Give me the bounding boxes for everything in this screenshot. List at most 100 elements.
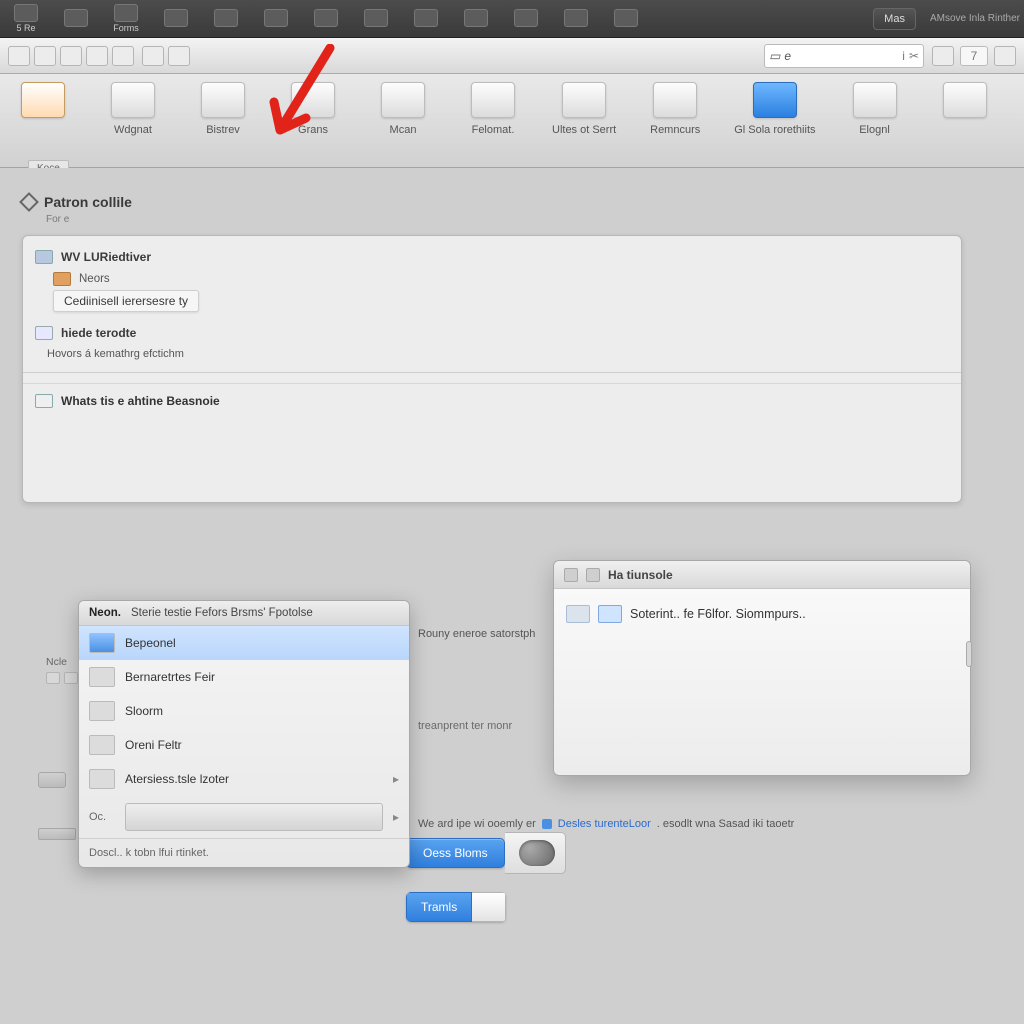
app-icon xyxy=(89,667,115,687)
folder-icon xyxy=(53,272,71,286)
primary-action-button[interactable]: Oess Bloms xyxy=(406,838,505,868)
context-menu-header: Neon. Sterie testie Fefors Brsms' Fpotol… xyxy=(79,601,409,626)
settings-panel: WV LURiedtiver Neors Cediinisell iererse… xyxy=(22,235,962,503)
menu-item-2[interactable]: Forms xyxy=(104,2,148,35)
app-icon xyxy=(89,769,115,789)
cat-item-7[interactable]: Remncurs xyxy=(644,82,706,136)
section-subtitle: For e xyxy=(46,214,1002,225)
slot-icon xyxy=(38,828,76,840)
toggle-label: Tramls xyxy=(406,892,472,922)
panel-row[interactable]: Neors xyxy=(23,268,961,290)
bottom-actions: Oess Bloms Tramls xyxy=(406,832,566,922)
slider-track[interactable] xyxy=(125,803,383,831)
panel-row[interactable]: WV LURiedtiver xyxy=(23,246,961,268)
side-note: treanprent ter monr xyxy=(418,720,512,732)
app-icon xyxy=(89,735,115,755)
tiny-icon[interactable] xyxy=(64,672,78,684)
menu-item-0[interactable]: 5 Re xyxy=(4,2,48,35)
diamond-icon xyxy=(19,192,39,212)
menu-item-12[interactable] xyxy=(604,7,648,30)
chevron-right-icon: ▸ xyxy=(393,810,399,824)
detail-header: Ha tiunsole xyxy=(554,561,970,589)
tool-icon[interactable] xyxy=(8,46,30,66)
menu-item-4[interactable] xyxy=(204,7,248,30)
app-icon xyxy=(89,701,115,721)
hidden-label: Ncle xyxy=(46,656,67,668)
ctx-item-4[interactable]: Atersiess.tsle lzoter▸ xyxy=(79,762,409,796)
category-bar: Wdgnat Bistrev Grans Mcan Felomat. Ultes… xyxy=(0,74,1024,168)
page-icon: ▭ xyxy=(769,49,780,63)
doc-icon xyxy=(35,394,53,408)
tool-icon[interactable] xyxy=(994,46,1016,66)
dropdown-toggle[interactable] xyxy=(505,832,566,874)
tool-icon[interactable] xyxy=(168,46,190,66)
panel-row[interactable]: hiede terodte xyxy=(23,322,961,344)
ctx-item-2[interactable]: Sloorm xyxy=(79,694,409,728)
menubar-caption: AMsove Inla Rinther xyxy=(930,13,1020,24)
search-input[interactable]: ▭ e i ✂ xyxy=(764,44,924,68)
panel-row[interactable]: Whats tis e ahtine Beasnoie xyxy=(23,383,961,412)
inline-link[interactable]: Desles turenteLoor xyxy=(558,818,651,830)
cat-item-0[interactable] xyxy=(12,82,74,124)
resize-handle-icon[interactable] xyxy=(966,641,972,667)
folder-icon xyxy=(35,250,53,264)
section-title: Patron collile xyxy=(22,194,1002,210)
slot-icon xyxy=(38,772,66,788)
cat-item-6[interactable]: Ultes ot Serrt xyxy=(552,82,616,136)
detail-popup: Ha tiunsole Soterint.. fe F6lfor. Siommp… xyxy=(553,560,971,776)
window-icon xyxy=(564,568,578,582)
menu-item-7[interactable] xyxy=(354,7,398,30)
italic-icon[interactable]: i xyxy=(902,49,905,63)
toggle-button[interactable]: Tramls xyxy=(406,892,506,922)
window-icon xyxy=(586,568,600,582)
menu-item-6[interactable] xyxy=(304,7,348,30)
cat-item-5[interactable]: Felomat. xyxy=(462,82,524,136)
panel-note: Hovors á kemathrg efctichm xyxy=(23,344,961,364)
side-note: We ard ipe wi ooemly er Desles turenteLo… xyxy=(418,818,794,830)
cat-item-10[interactable] xyxy=(934,82,996,124)
tiny-icons xyxy=(46,672,78,684)
menubar: 5 Re Forms Mas AMsove Inla Rinther xyxy=(0,0,1024,38)
tool-icon[interactable] xyxy=(34,46,56,66)
tool-icon[interactable] xyxy=(112,46,134,66)
ctx-item-3[interactable]: Oreni Feltr xyxy=(79,728,409,762)
context-menu-footer: Doscl.. k tobn lfui rtinket. xyxy=(79,838,409,867)
toggle-off[interactable] xyxy=(472,892,506,922)
tool-icon[interactable] xyxy=(86,46,108,66)
tool-icon[interactable] xyxy=(60,46,82,66)
tool-icon[interactable] xyxy=(932,46,954,66)
menubar-primary-button[interactable]: Mas xyxy=(873,8,916,30)
info-icon xyxy=(542,819,552,829)
scissors-icon[interactable]: ✂ xyxy=(909,49,919,63)
cat-item-8[interactable]: Gl Sola rorethiits xyxy=(734,82,815,136)
cat-item-1[interactable]: Wdgnat xyxy=(102,82,164,136)
menu-item-9[interactable] xyxy=(454,7,498,30)
search-placeholder: e xyxy=(784,49,791,63)
context-menu: Neon. Sterie testie Fefors Brsms' Fpotol… xyxy=(78,600,410,868)
ctx-item-1[interactable]: Bernaretrtes Feir xyxy=(79,660,409,694)
app-icon xyxy=(566,605,590,623)
menu-item-5[interactable] xyxy=(254,7,298,30)
secondary-toolbar: ▭ e i ✂ 7 xyxy=(0,38,1024,74)
chevron-right-icon: ▸ xyxy=(393,772,399,786)
menu-item-8[interactable] xyxy=(404,7,448,30)
menu-item-10[interactable] xyxy=(504,7,548,30)
ctx-item-oc[interactable]: Oc.▸ xyxy=(79,796,409,838)
menu-item-3[interactable] xyxy=(154,7,198,30)
cat-item-2[interactable]: Bistrev xyxy=(192,82,254,136)
panel-hint-box: Cediinisell ierersesre ty xyxy=(53,290,199,312)
menu-item-1[interactable] xyxy=(54,7,98,30)
detail-body[interactable]: Soterint.. fe F6lfor. Siommpurs.. xyxy=(554,589,970,639)
menu-item-11[interactable] xyxy=(554,7,598,30)
app-icon xyxy=(598,605,622,623)
cat-item-4[interactable]: Mcan xyxy=(372,82,434,136)
tiny-icon[interactable] xyxy=(46,672,60,684)
cat-item-9[interactable]: Elognl xyxy=(844,82,906,136)
side-note: Rouny eneroe satorstph xyxy=(418,628,535,640)
app-icon xyxy=(89,633,115,653)
ctx-item-0[interactable]: Bepeonel xyxy=(79,626,409,660)
cat-item-3[interactable]: Grans xyxy=(282,82,344,136)
page-number: 7 xyxy=(960,46,988,66)
tool-icon[interactable] xyxy=(142,46,164,66)
doc-icon xyxy=(35,326,53,340)
